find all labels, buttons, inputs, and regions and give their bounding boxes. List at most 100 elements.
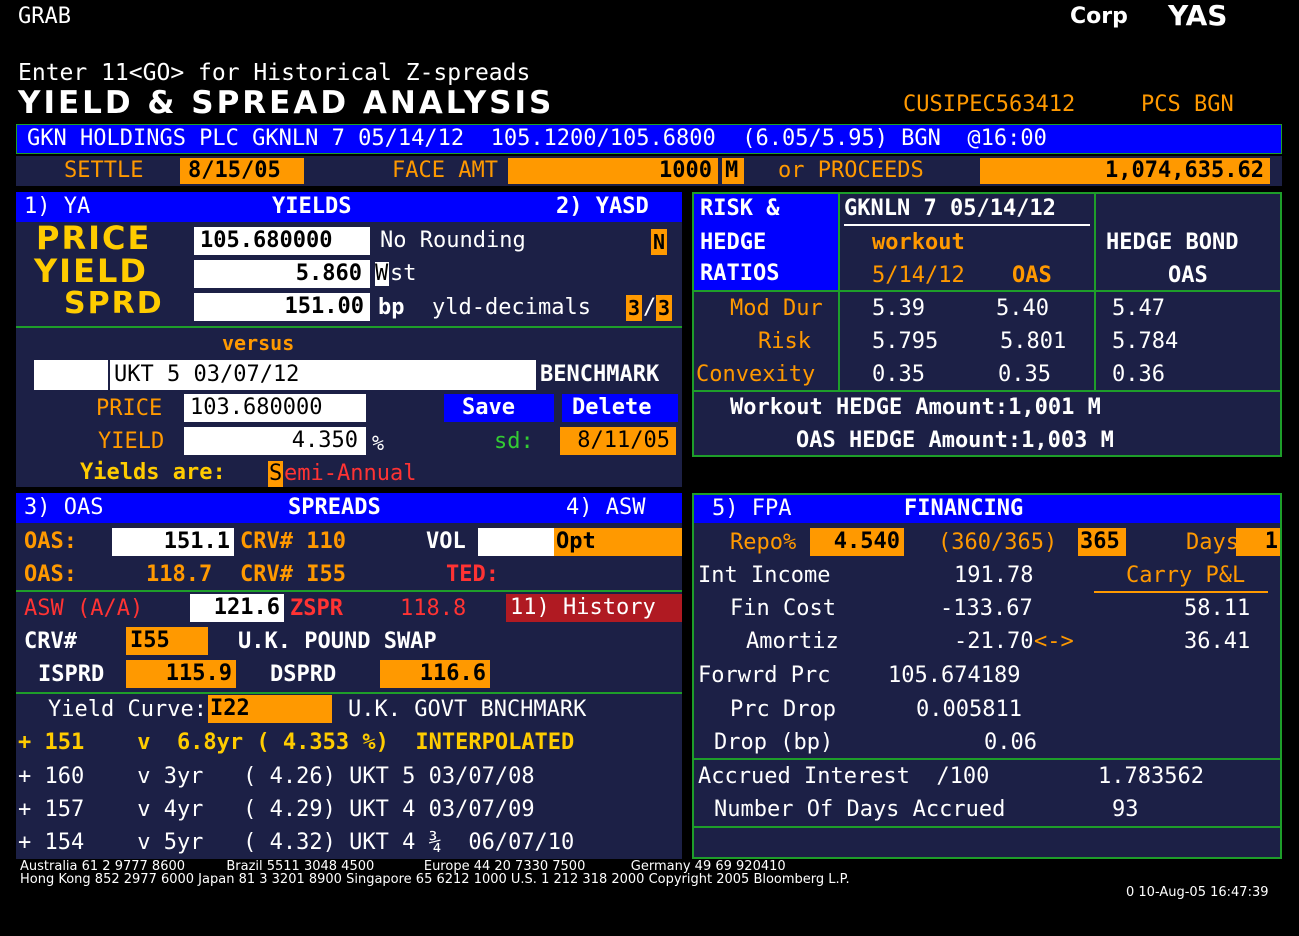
sd-date-field[interactable]: 8/11/05 <box>560 427 676 455</box>
carry-value-1: 58.11 <box>1184 596 1251 621</box>
divider <box>16 326 682 328</box>
days-field[interactable]: 1 <box>1236 528 1280 556</box>
risk-label: Risk <box>758 329 811 354</box>
rounding-flag[interactable]: N <box>651 229 667 255</box>
crv1-label: CRV# 110 <box>240 529 346 554</box>
curve-row-3yr: + 160 v 3yr ( 4.26) UKT 5 03/07/08 <box>18 764 535 789</box>
fin-cost-label: Fin Cost <box>730 596 836 621</box>
bond-description-bar[interactable]: GKN HOLDINGS PLC GKNLN 7 05/14/12 105.12… <box>16 124 1282 154</box>
compounding-field[interactable]: S <box>268 461 283 487</box>
carry-pl-label: Carry P&L <box>1126 563 1246 588</box>
yields-title: YIELDS <box>272 194 352 219</box>
oas2-label: OAS: <box>24 562 77 587</box>
risk-title-3: RATIOS <box>700 261 780 286</box>
footer-timestamp: 0 10-Aug-05 16:47:39 <box>1126 885 1269 900</box>
benchmark-input[interactable]: UKT 5 03/07/12 <box>110 360 536 390</box>
divider <box>694 390 1280 392</box>
face-unit-field[interactable]: M <box>722 158 744 184</box>
decimals-yield-field[interactable]: 3 <box>656 295 672 321</box>
repo-value: 4.540 <box>833 529 900 554</box>
basis-label: (360/365) <box>938 530 1058 555</box>
financing-title: FINANCING <box>904 496 1024 521</box>
opt-field[interactable]: Opt <box>554 528 682 556</box>
yield-type-field[interactable]: W <box>375 262 389 286</box>
tab-ya[interactable]: 1) YA <box>24 196 90 218</box>
workout-oas-label: OAS <box>1012 263 1052 288</box>
benchmark-ticker: UKT 5 03/07/12 <box>114 362 300 387</box>
risk-workout: 5.795 <box>872 329 939 354</box>
face-amt-field[interactable]: 1000 <box>508 158 718 184</box>
decimals-yield-value: 3 <box>658 296 671 320</box>
drop-bp-value: 0.06 <box>984 730 1037 755</box>
history-button[interactable]: 11) History <box>506 594 682 622</box>
dsprd-field[interactable]: 116.6 <box>380 660 490 688</box>
yield-input[interactable]: 5.860 <box>194 260 370 288</box>
spread-value: 151.00 <box>284 294 364 319</box>
oas1-input[interactable]: 151.1 <box>112 528 234 556</box>
proceeds-field[interactable]: 1,074,635.62 <box>980 158 1270 184</box>
decimals-price-field[interactable]: 3 <box>626 295 642 321</box>
risk-title-2: HEDGE <box>700 230 767 255</box>
basis-field[interactable]: 365 <box>1078 528 1126 556</box>
benchmark-price-label: PRICE <box>96 396 163 421</box>
ted-label: TED: <box>446 562 499 587</box>
isprd-field[interactable]: 115.9 <box>126 660 236 688</box>
vol-label: VOL <box>426 529 466 554</box>
tab-asw[interactable]: 4) ASW <box>566 497 645 519</box>
price-drop-label: Prc Drop <box>730 697 836 722</box>
convexity-oas: 0.35 <box>998 362 1051 387</box>
compounding-key: S <box>269 461 283 486</box>
fin-cost-value: -133.67 <box>940 596 1033 621</box>
zspr-label: ZSPR <box>290 596 343 621</box>
price-drop-value: 0.005811 <box>916 697 1022 722</box>
accrued-interest-value: 1.783562 <box>1098 764 1204 789</box>
spread-input[interactable]: 151.00 <box>194 293 370 321</box>
divider <box>694 826 1280 828</box>
cusip-label: CUSIPEC563412 <box>903 92 1076 117</box>
settle-date-field[interactable]: 8/15/05 <box>180 158 304 184</box>
proceeds-value: 1,074,635.62 <box>1105 158 1264 183</box>
vol-input[interactable] <box>478 528 554 556</box>
asw-label: ASW (A/A) <box>24 596 144 621</box>
curve-row-4yr: + 157 v 4yr ( 4.29) UKT 4 03/07/09 <box>18 797 535 822</box>
benchmark-yield-input[interactable]: 4.350 <box>184 427 366 455</box>
yield-value: 5.860 <box>295 261 362 286</box>
face-amt-label: FACE AMT <box>392 158 498 183</box>
benchmark-price-input[interactable]: 103.680000 <box>184 394 366 422</box>
benchmark-blank-field[interactable] <box>34 360 108 390</box>
sd-label: sd: <box>494 429 534 454</box>
tab-oas[interactable]: 3) OAS <box>24 497 103 519</box>
delete-button[interactable]: Delete <box>562 394 678 422</box>
tab-fpa[interactable]: 5) FPA <box>712 498 791 520</box>
rounding-flag-value: N <box>653 230 666 254</box>
yield-curve-field[interactable]: I22 <box>208 695 332 723</box>
isprd-label: ISPRD <box>38 662 105 687</box>
oas1-value: 151.1 <box>163 529 230 554</box>
tab-yasd[interactable]: 2) YASD <box>556 196 649 218</box>
amortiz-arrows: <-> <box>1034 629 1074 654</box>
decimals-price-value: 3 <box>628 296 641 320</box>
basis-value: 365 <box>1080 529 1120 554</box>
repo-field[interactable]: 4.540 <box>810 528 904 556</box>
divider <box>16 692 682 694</box>
mod-dur-label: Mod Dur <box>730 296 823 321</box>
delete-button-label: Delete <box>572 395 652 420</box>
crv-field[interactable]: I55 <box>126 627 208 655</box>
compounding-label: emi-Annual <box>284 461 417 486</box>
oas-hedge-amount: OAS HEDGE Amount:1,003 M <box>796 428 1114 453</box>
grab-label: GRAB <box>18 4 71 29</box>
price-input[interactable]: 105.680000 <box>194 227 370 255</box>
decimals-slash: / <box>643 295 657 320</box>
function-code: YAS <box>1168 0 1228 32</box>
workout-date: 5/14/12 <box>872 263 965 288</box>
crv-label: CRV# <box>24 629 77 654</box>
bp-label: bp <box>378 295 405 320</box>
mod-dur-hedge: 5.47 <box>1112 296 1165 321</box>
workout-hedge-amount: Workout HEDGE Amount:1,001 M <box>730 395 1101 420</box>
save-button[interactable]: Save <box>444 394 554 422</box>
asw-input[interactable]: 121.6 <box>190 594 284 622</box>
page-title: YIELD & SPREAD ANALYSIS <box>18 85 555 121</box>
dsprd-label: DSPRD <box>270 662 337 687</box>
accrued-interest-label: Accrued Interest /100 <box>698 764 990 789</box>
divider <box>16 590 682 592</box>
